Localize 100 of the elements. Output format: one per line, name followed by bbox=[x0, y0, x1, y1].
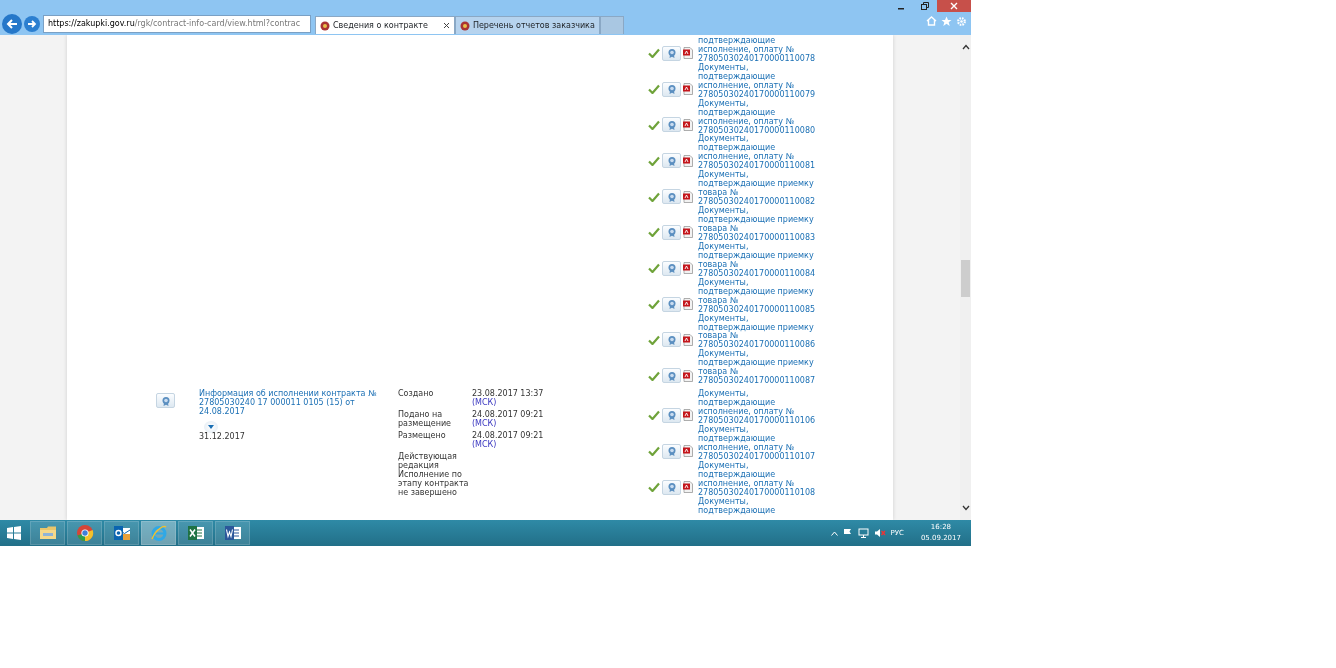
seal-button[interactable] bbox=[662, 117, 681, 133]
status-text: Действующая редакция bbox=[398, 452, 458, 471]
document-link[interactable]: Документы, подтверждающие исполнение, оплату № 27805030240170000110079 bbox=[698, 63, 816, 100]
back-button[interactable] bbox=[2, 14, 22, 34]
pdf-file-icon[interactable] bbox=[683, 333, 693, 346]
forward-button[interactable] bbox=[24, 16, 40, 32]
windows-logo-icon bbox=[7, 526, 21, 540]
browser-tab[interactable]: Сведения о контракте bbox=[315, 16, 455, 34]
check-icon bbox=[648, 482, 660, 493]
taskbar-app-button[interactable] bbox=[30, 521, 65, 545]
folder-icon bbox=[38, 524, 57, 542]
seal-icon bbox=[666, 191, 677, 202]
seal-icon bbox=[666, 227, 677, 238]
document-link[interactable]: Документы, подтверждающие приемку товара № 27805030240170000110087 bbox=[698, 350, 816, 387]
back-arrow-icon bbox=[6, 18, 18, 30]
pdf-file-icon[interactable] bbox=[683, 369, 693, 382]
browser-tab[interactable]: Перечень отчетов заказчика bbox=[454, 16, 600, 34]
muted-speaker-icon[interactable] bbox=[873, 528, 886, 538]
seal-button[interactable] bbox=[662, 260, 681, 276]
check-icon bbox=[648, 48, 660, 59]
seal-icon bbox=[666, 299, 677, 310]
document-link[interactable]: Документы, подтверждающие приемку товара № 27805030240170000110085 bbox=[698, 278, 816, 315]
star-icon[interactable] bbox=[941, 15, 952, 27]
expand-button[interactable] bbox=[204, 421, 218, 434]
taskbar-app-button[interactable] bbox=[104, 521, 139, 545]
seal-icon bbox=[666, 48, 677, 59]
document-link[interactable]: Документы, подтверждающие приемку товара № 27805030240170000110084 bbox=[698, 242, 816, 279]
check-icon bbox=[648, 299, 660, 310]
check-icon bbox=[648, 84, 660, 95]
event-datetime: 24.08.2017 09:21 bbox=[472, 411, 544, 420]
pdf-file-icon[interactable] bbox=[683, 262, 693, 275]
status-text: Исполнение по этапу контракта не завершено bbox=[398, 470, 470, 498]
document-app-icon bbox=[223, 524, 242, 542]
scroll-up-icon[interactable] bbox=[961, 44, 970, 50]
chrome-icon bbox=[75, 524, 94, 542]
browser-e-icon bbox=[149, 524, 168, 542]
seal-button[interactable] bbox=[662, 368, 681, 384]
document-link[interactable]: Документы, подтверждающие исполнение, оплату № 27805030240170000110106 bbox=[698, 390, 816, 426]
address-bar[interactable]: https://zakupki.gov.ru/rgk/contract-info-card/view.html?contrac bbox=[43, 15, 311, 33]
show-hidden-icons-icon[interactable] bbox=[830, 530, 838, 536]
pdf-file-icon[interactable] bbox=[683, 119, 693, 131]
document-link[interactable]: Документы, подтверждающие приемку товара № 27805030240170000110083 bbox=[698, 207, 816, 243]
check-icon bbox=[648, 446, 660, 457]
date-text: 31.12.2017 bbox=[199, 433, 245, 442]
seal-button[interactable] bbox=[662, 479, 681, 495]
document-link[interactable]: Документы, подтверждающие bbox=[698, 497, 776, 516]
pdf-file-icon[interactable] bbox=[683, 83, 693, 96]
pdf-file-icon[interactable] bbox=[683, 154, 693, 167]
event-label: Подано на размещение bbox=[398, 411, 452, 429]
document-link[interactable]: подтверждающие исполнение, оплату № 27805030240170000110078 bbox=[698, 37, 816, 64]
caret-icon bbox=[208, 425, 214, 430]
event-datetime: 23.08.2017 13:37 bbox=[472, 390, 544, 399]
emblem-icon bbox=[320, 20, 330, 31]
seal-button[interactable] bbox=[662, 153, 681, 169]
scrollbar-thumb[interactable] bbox=[961, 260, 970, 297]
pdf-file-icon[interactable] bbox=[683, 481, 693, 494]
mail-app-icon bbox=[112, 524, 131, 542]
restore-icon bbox=[921, 2, 929, 10]
pdf-file-icon[interactable] bbox=[683, 445, 693, 458]
taskbar-app-button[interactable] bbox=[215, 521, 250, 545]
document-link[interactable]: Документы, подтверждающие исполнение, оплату № 27805030240170000110107 bbox=[698, 426, 816, 462]
check-icon bbox=[648, 263, 660, 274]
seal-icon bbox=[666, 446, 677, 457]
seal-button[interactable] bbox=[662, 332, 681, 348]
event-label: Размещено bbox=[398, 432, 447, 442]
seal-button[interactable] bbox=[662, 224, 681, 240]
seal-button[interactable] bbox=[662, 81, 681, 97]
check-icon bbox=[648, 191, 660, 202]
taskbar-app-button[interactable] bbox=[178, 521, 213, 545]
check-icon bbox=[648, 120, 660, 130]
record-title-link[interactable]: Информация об исполнении контракта № 27805030240 17 000011 0105 (15) от 24.08.2017 bbox=[199, 390, 398, 418]
seal-button[interactable] bbox=[662, 296, 681, 312]
spreadsheet-app-icon bbox=[186, 524, 205, 542]
close-button[interactable] bbox=[937, 0, 971, 12]
pdf-file-icon[interactable] bbox=[683, 409, 693, 422]
seal-button[interactable] bbox=[662, 45, 681, 61]
check-icon bbox=[648, 155, 660, 166]
seal-icon bbox=[666, 84, 677, 95]
close-tab-icon[interactable] bbox=[442, 22, 450, 29]
check-icon bbox=[648, 227, 660, 238]
pdf-file-icon[interactable] bbox=[683, 190, 693, 203]
emblem-icon bbox=[459, 20, 470, 31]
pdf-file-icon[interactable] bbox=[683, 47, 693, 60]
document-link[interactable]: Документы, подтверждающие исполнение, оплату № 27805030240170000110108 bbox=[698, 461, 816, 498]
event-datetime: 24.08.2017 09:21 bbox=[472, 432, 544, 440]
pdf-file-icon[interactable] bbox=[683, 298, 693, 311]
seal-button[interactable] bbox=[662, 408, 681, 423]
event-label: Создано bbox=[398, 390, 435, 401]
forward-arrow-icon bbox=[27, 19, 37, 29]
seal-button[interactable] bbox=[662, 443, 681, 459]
seal-icon bbox=[666, 410, 677, 421]
scroll-down-icon[interactable] bbox=[961, 505, 970, 511]
seal-icon bbox=[666, 263, 677, 274]
seal-icon bbox=[666, 155, 677, 166]
seal-icon bbox=[666, 334, 677, 345]
seal-icon bbox=[666, 482, 677, 493]
pdf-file-icon[interactable] bbox=[683, 226, 693, 239]
network-icon[interactable] bbox=[857, 528, 869, 538]
seal-button[interactable] bbox=[156, 393, 175, 409]
seal-button[interactable] bbox=[662, 189, 681, 205]
